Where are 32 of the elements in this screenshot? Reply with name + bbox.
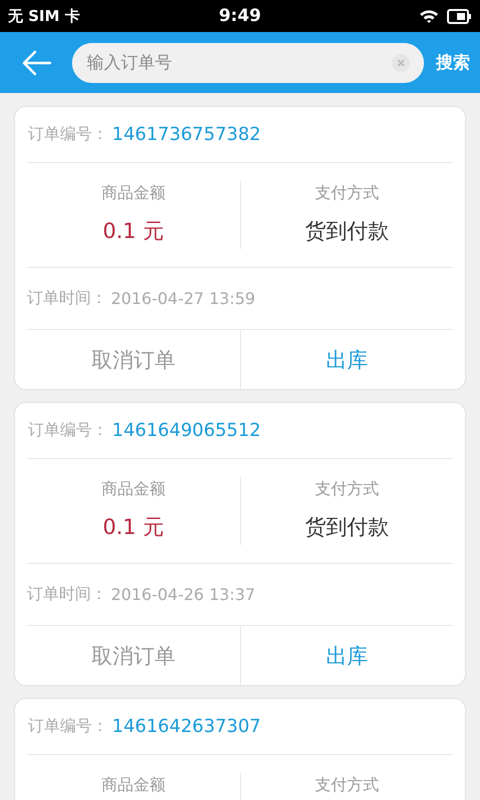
amount: 0.1 元 <box>102 514 164 541</box>
order-time: 2016-04-26 13:37 <box>111 585 256 604</box>
search-button[interactable]: 搜索 <box>436 51 470 74</box>
order-number-label: 订单编号： <box>28 420 108 441</box>
payment-label: 支付方式 <box>314 777 379 793</box>
order-time-label: 订单时间： <box>27 584 107 605</box>
payment-label: 支付方式 <box>314 185 379 201</box>
order-number: 1461736757382 <box>112 124 261 145</box>
order-number-label: 订单编号： <box>28 124 108 145</box>
payment-method: 货到付款 <box>304 514 389 541</box>
clock: 9:49 <box>218 6 262 26</box>
amount-label: 商品金额 <box>101 777 166 793</box>
order-time-label: 订单时间： <box>27 288 107 309</box>
search-field[interactable]: 输入订单号 <box>72 42 424 82</box>
battery-icon <box>447 8 472 24</box>
clear-icon[interactable] <box>392 54 410 72</box>
carrier: 无 SIM 卡 <box>8 6 80 26</box>
ship-button[interactable]: 出库 <box>240 330 453 389</box>
order-number: 1461649065512 <box>112 420 261 441</box>
ship-button[interactable]: 出库 <box>240 626 453 685</box>
payment-method: 货到付款 <box>304 218 389 245</box>
back-arrow-icon[interactable] <box>22 50 52 76</box>
amount: 0.1 元 <box>102 218 164 245</box>
amount-label: 商品金额 <box>101 185 166 201</box>
order-number: 1461642637307 <box>112 716 261 737</box>
order-number-label: 订单编号： <box>28 716 108 737</box>
cancel-button[interactable]: 取消订单 <box>27 330 240 389</box>
amount-label: 商品金额 <box>101 481 166 497</box>
payment-label: 支付方式 <box>314 481 379 497</box>
order-time: 2016-04-27 13:59 <box>111 289 256 308</box>
cancel-button[interactable]: 取消订单 <box>27 626 240 685</box>
wifi-icon <box>419 8 439 24</box>
